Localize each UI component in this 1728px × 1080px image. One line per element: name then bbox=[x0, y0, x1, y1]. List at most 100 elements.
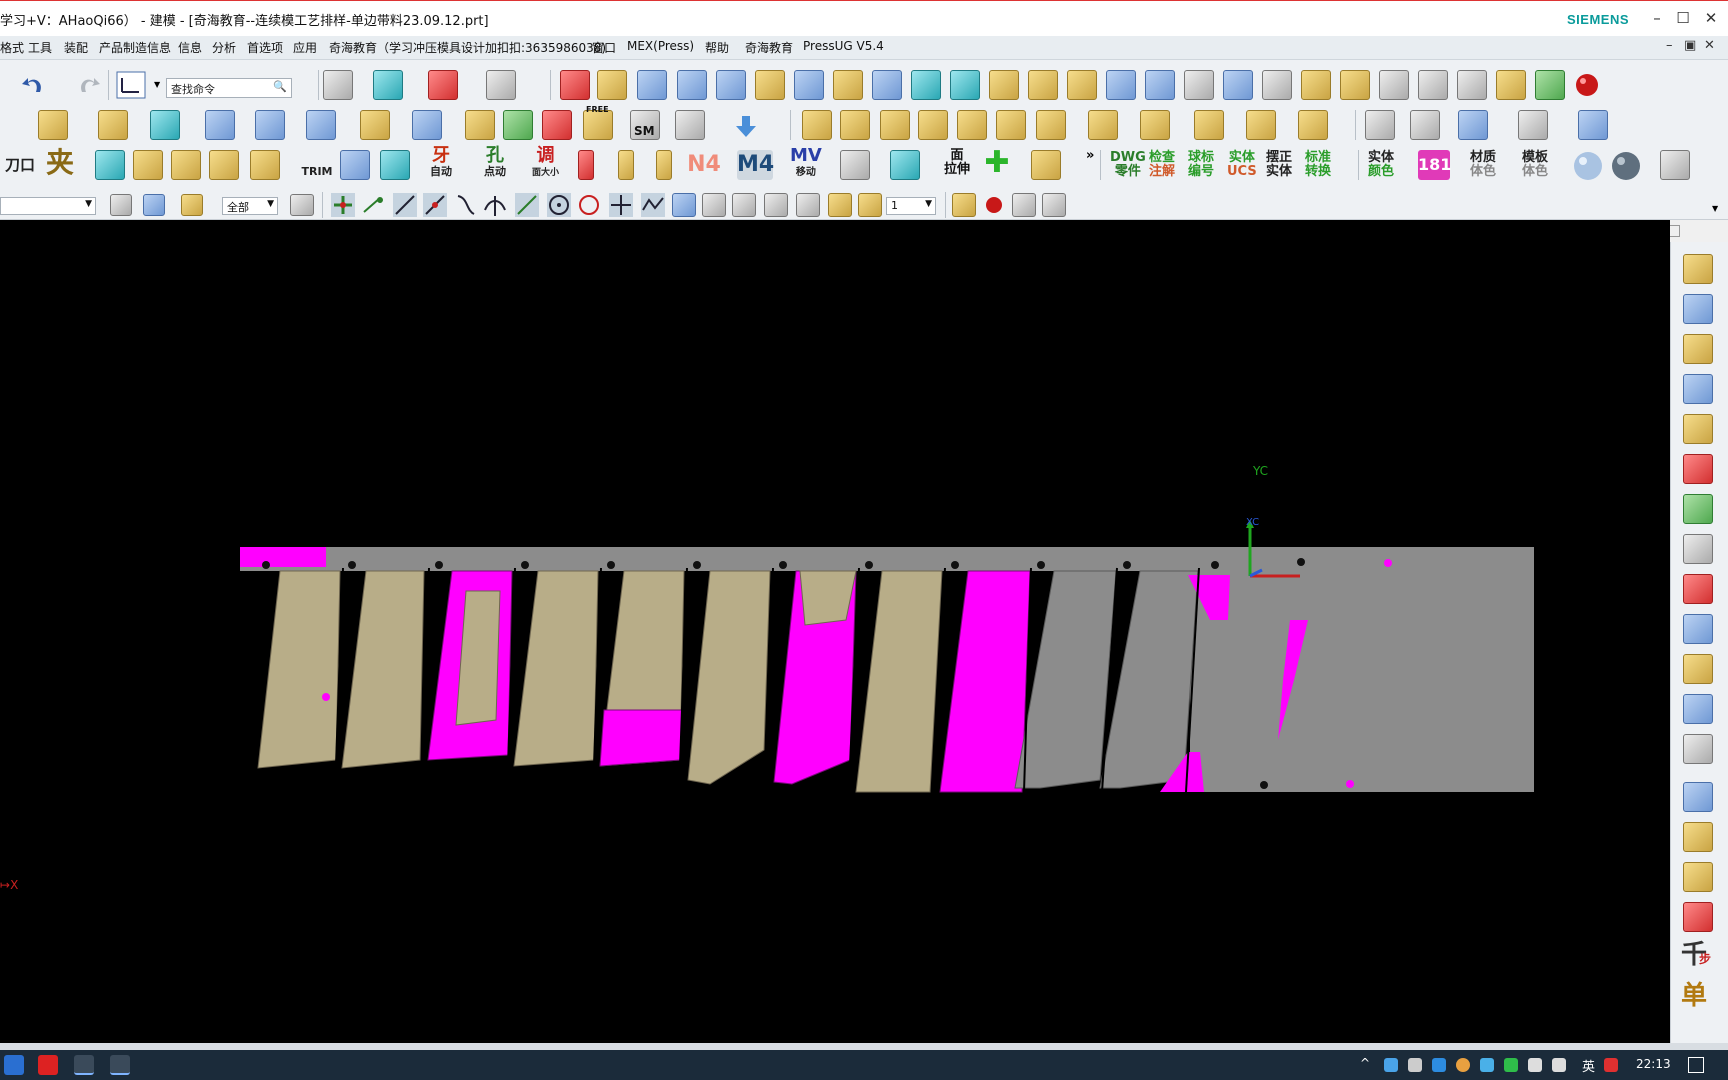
work-layer-select[interactable]: 1 ▼ bbox=[886, 197, 936, 215]
shell-icon[interactable] bbox=[360, 110, 390, 140]
chamfer-icon[interactable] bbox=[205, 110, 235, 140]
n4-button[interactable]: N4 bbox=[686, 150, 722, 180]
task-app-2-icon[interactable] bbox=[38, 1055, 58, 1075]
arrow-down-icon[interactable] bbox=[733, 114, 759, 140]
swept-surface-icon[interactable] bbox=[412, 110, 442, 140]
menu-analysis[interactable]: 分析 bbox=[212, 39, 236, 56]
mold-tool-3-icon[interactable] bbox=[880, 110, 910, 140]
edit-object-icon[interactable] bbox=[952, 193, 976, 217]
punch-red-icon[interactable] bbox=[578, 150, 594, 180]
eraser-icon[interactable] bbox=[290, 194, 314, 216]
dwg-part-button[interactable]: DWG 零件 bbox=[1110, 151, 1146, 179]
dao-kou-button[interactable]: 刀口 bbox=[3, 150, 37, 180]
face-point-icon[interactable] bbox=[672, 193, 696, 217]
scale-body-icon[interactable] bbox=[1379, 70, 1409, 100]
tray-app-5-icon[interactable] bbox=[1604, 1058, 1618, 1072]
grid-surface-icon[interactable] bbox=[1223, 70, 1253, 100]
layer-copy-icon[interactable] bbox=[828, 193, 852, 217]
face-extrude-button[interactable]: 面拉伸 bbox=[944, 149, 970, 177]
line-point-icon[interactable] bbox=[422, 192, 448, 218]
menu-pressug[interactable]: PressUG V5.4 bbox=[803, 39, 884, 53]
spring-icon[interactable] bbox=[1683, 782, 1713, 812]
unite-icon[interactable] bbox=[950, 70, 980, 100]
balloon-number-button[interactable]: 球标 编号 bbox=[1188, 151, 1214, 179]
face-tool-icon[interactable] bbox=[340, 150, 370, 180]
trim-body-icon[interactable] bbox=[872, 70, 902, 100]
revolve-icon[interactable] bbox=[677, 70, 707, 100]
shaded-view-icon[interactable] bbox=[1410, 110, 1440, 140]
select-component-icon[interactable] bbox=[143, 194, 165, 216]
mold-tool-6-icon[interactable] bbox=[996, 110, 1026, 140]
ruled-surface-icon[interactable] bbox=[1067, 70, 1097, 100]
tangent-line-icon[interactable] bbox=[514, 192, 540, 218]
chevron-down-icon[interactable]: ▼ bbox=[154, 80, 160, 89]
solid-ucs-button[interactable]: 实体 UCS bbox=[1227, 151, 1257, 179]
circle-center-icon[interactable] bbox=[546, 192, 572, 218]
mold-tool-1-icon[interactable] bbox=[802, 110, 832, 140]
thicken-icon[interactable] bbox=[1340, 70, 1370, 100]
yellow-plate-icon[interactable] bbox=[250, 150, 280, 180]
sweep-icon[interactable] bbox=[833, 70, 863, 100]
undo-icon[interactable] bbox=[20, 72, 48, 98]
type-filter-select[interactable]: 全部 ▼ bbox=[222, 197, 278, 215]
nx-task-2-icon[interactable] bbox=[110, 1055, 130, 1075]
redo-icon[interactable] bbox=[74, 72, 102, 98]
more-tools-button[interactable]: » bbox=[1086, 148, 1094, 163]
task-app-1-icon[interactable] bbox=[4, 1055, 24, 1075]
taskbar-clock[interactable]: 22:13 bbox=[1636, 1057, 1671, 1071]
measure-icon[interactable] bbox=[1457, 70, 1487, 100]
menu-qihai[interactable]: 奇海教育 bbox=[745, 39, 793, 56]
color-palette-icon[interactable] bbox=[1535, 70, 1565, 100]
block-feature-icon[interactable] bbox=[38, 110, 68, 140]
bounded-plane-icon[interactable] bbox=[1028, 70, 1058, 100]
minimize-button[interactable]: – bbox=[1646, 7, 1668, 29]
sheet-metal-icon[interactable]: SM bbox=[630, 110, 660, 140]
plate-insert-icon[interactable] bbox=[1683, 822, 1713, 852]
rib-icon[interactable] bbox=[465, 110, 495, 140]
hole-icon[interactable] bbox=[716, 70, 746, 100]
assembly-navigator-icon[interactable] bbox=[373, 70, 403, 100]
sphere-light-icon[interactable] bbox=[1572, 150, 1604, 182]
offset-face-icon[interactable] bbox=[989, 70, 1019, 100]
tray-app-4-icon[interactable] bbox=[1480, 1058, 1494, 1072]
subtract-icon[interactable] bbox=[911, 70, 941, 100]
align-solid-button[interactable]: 摆正 实体 bbox=[1266, 151, 1292, 179]
red-shape-icon[interactable] bbox=[1683, 574, 1713, 604]
tray-app-3-icon[interactable] bbox=[1456, 1058, 1470, 1072]
qian-step-button[interactable]: 千步 bbox=[1681, 934, 1711, 971]
sphere-dark-icon[interactable] bbox=[1610, 150, 1642, 182]
project-curve-icon[interactable] bbox=[1184, 70, 1214, 100]
add-plus-icon[interactable]: ✚ bbox=[980, 148, 1014, 178]
standard-convert-button[interactable]: 标准 转换 bbox=[1305, 151, 1331, 179]
pocket-icon[interactable] bbox=[794, 70, 824, 100]
box-icon[interactable] bbox=[542, 110, 572, 140]
mold-tool-10-icon[interactable] bbox=[1194, 110, 1224, 140]
template-body-color-button[interactable]: 模板 体色 bbox=[1522, 151, 1548, 179]
181-button[interactable]: 181 bbox=[1418, 150, 1451, 180]
command-finder-input[interactable]: 查找命令 🔍 bbox=[166, 78, 292, 98]
stack-tool-icon[interactable] bbox=[133, 150, 163, 180]
network-icon[interactable] bbox=[1552, 1058, 1566, 1072]
menu-qihai-course[interactable]: 奇海教育（学习冲压模具设计加扣扣:3635986038) bbox=[329, 39, 606, 56]
toolbar-options-chevron-icon[interactable]: ▼ bbox=[1712, 204, 1718, 213]
snap-midpoint-icon[interactable] bbox=[360, 192, 386, 218]
snap-grid-icon[interactable] bbox=[675, 110, 705, 140]
intersection-curve-icon[interactable] bbox=[1262, 70, 1292, 100]
menu-tools[interactable]: 工具 bbox=[28, 39, 52, 56]
trim-button[interactable]: TRIM bbox=[299, 150, 335, 180]
csys-display-icon[interactable] bbox=[115, 70, 147, 100]
image-icon[interactable] bbox=[1012, 193, 1036, 217]
layer-stack-icon[interactable] bbox=[1683, 374, 1713, 404]
sphere-icon[interactable] bbox=[150, 110, 180, 140]
circle-tool-icon[interactable] bbox=[95, 150, 125, 180]
layer-settings-icon[interactable] bbox=[323, 70, 353, 100]
snap-endpoint-icon[interactable] bbox=[330, 192, 356, 218]
extract-geometry-icon[interactable] bbox=[1301, 70, 1331, 100]
plate-tool-icon[interactable] bbox=[209, 150, 239, 180]
teal-cube-icon[interactable] bbox=[380, 150, 410, 180]
mold-tool-5-icon[interactable] bbox=[957, 110, 987, 140]
face-color-icon[interactable] bbox=[503, 110, 533, 140]
fit-view-icon[interactable] bbox=[1365, 110, 1395, 140]
selection-scope-select[interactable]: ▼ bbox=[0, 197, 96, 215]
blend-icon[interactable] bbox=[255, 110, 285, 140]
